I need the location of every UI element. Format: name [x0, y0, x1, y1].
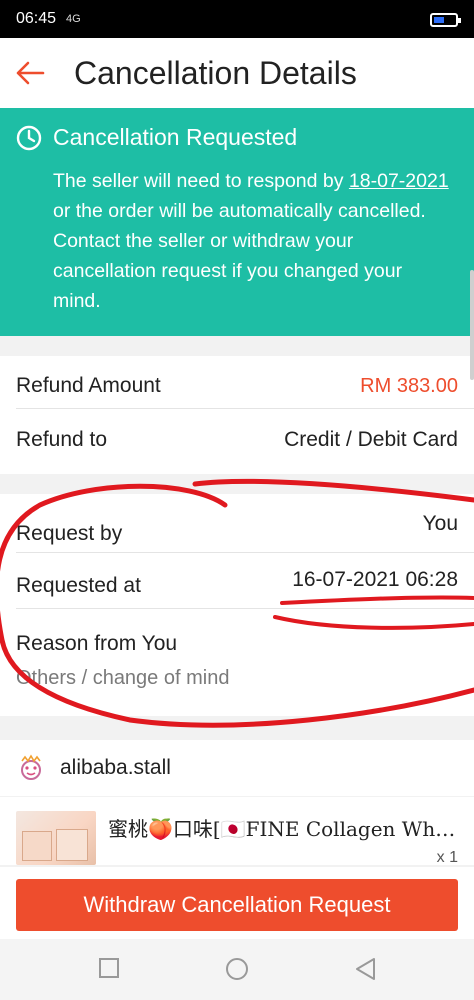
- withdraw-cancellation-button[interactable]: Withdraw Cancellation Request: [16, 879, 458, 931]
- shop-row[interactable]: alibaba.stall: [0, 740, 474, 796]
- status-bar: 06:45 4G: [0, 0, 474, 38]
- refund-to-label: Refund to: [16, 428, 108, 451]
- page-title: Cancellation Details: [74, 54, 357, 91]
- banner-message-start: The seller will need to respond by: [53, 170, 349, 192]
- requested-at-row: Requested at 16-07-2021 06:28: [0, 556, 474, 608]
- divider: [16, 608, 474, 609]
- product-name: 蜜桃🍑口味[🇯🇵FINE Collagen White]: [108, 817, 460, 841]
- banner-title: Cancellation Requested: [53, 124, 298, 150]
- banner-message-end: or the order will be automatically cance…: [53, 200, 426, 312]
- home-circle-icon[interactable]: [225, 957, 249, 981]
- request-by-row: Request by You: [0, 496, 474, 552]
- clock-icon: [16, 125, 42, 151]
- requested-at-value: 16-07-2021 06:28: [292, 568, 458, 591]
- shop-logo-icon: [21, 754, 41, 780]
- product-quantity: x 1: [436, 849, 458, 866]
- respond-by-date: 18-07-2021: [348, 170, 449, 192]
- requested-at-label: Requested at: [16, 574, 141, 597]
- scrollbar[interactable]: [470, 270, 474, 380]
- signal-icon: 4G: [66, 13, 81, 25]
- refund-amount-label: Refund Amount: [16, 374, 161, 397]
- back-button[interactable]: [0, 38, 60, 108]
- back-triangle-icon[interactable]: [354, 957, 378, 981]
- battery-icon: [430, 13, 461, 27]
- banner-message: The seller will need to respond by 18-07…: [53, 166, 453, 316]
- recents-square-icon[interactable]: [98, 957, 120, 979]
- system-nav-bar: [0, 939, 474, 1000]
- cancellation-status-banner: Cancellation Requested The seller will n…: [0, 108, 474, 336]
- refund-amount-value: RM 383.00: [360, 374, 458, 397]
- divider: [16, 552, 474, 553]
- product-thumbnail: [16, 811, 96, 865]
- divider: [16, 408, 474, 409]
- product-row[interactable]: 蜜桃🍑口味[🇯🇵FINE Collagen White] x 1: [0, 797, 474, 866]
- shop-name: alibaba.stall: [60, 756, 171, 779]
- refund-to-value: Credit / Debit Card: [284, 428, 458, 451]
- reason-label: Reason from You: [16, 632, 178, 655]
- refund-to-row: Refund to Credit / Debit Card: [0, 410, 474, 470]
- request-by-value: You: [422, 512, 458, 535]
- reason-value: Others / change of mind: [16, 667, 230, 689]
- request-by-label: Request by: [16, 522, 123, 545]
- status-time: 06:45: [16, 10, 57, 27]
- app-header: Cancellation Details: [0, 38, 474, 108]
- refund-amount-row: Refund Amount RM 383.00: [0, 356, 474, 416]
- arrow-left-icon: [16, 61, 45, 85]
- bottom-action-bar: Withdraw Cancellation Request: [0, 867, 474, 939]
